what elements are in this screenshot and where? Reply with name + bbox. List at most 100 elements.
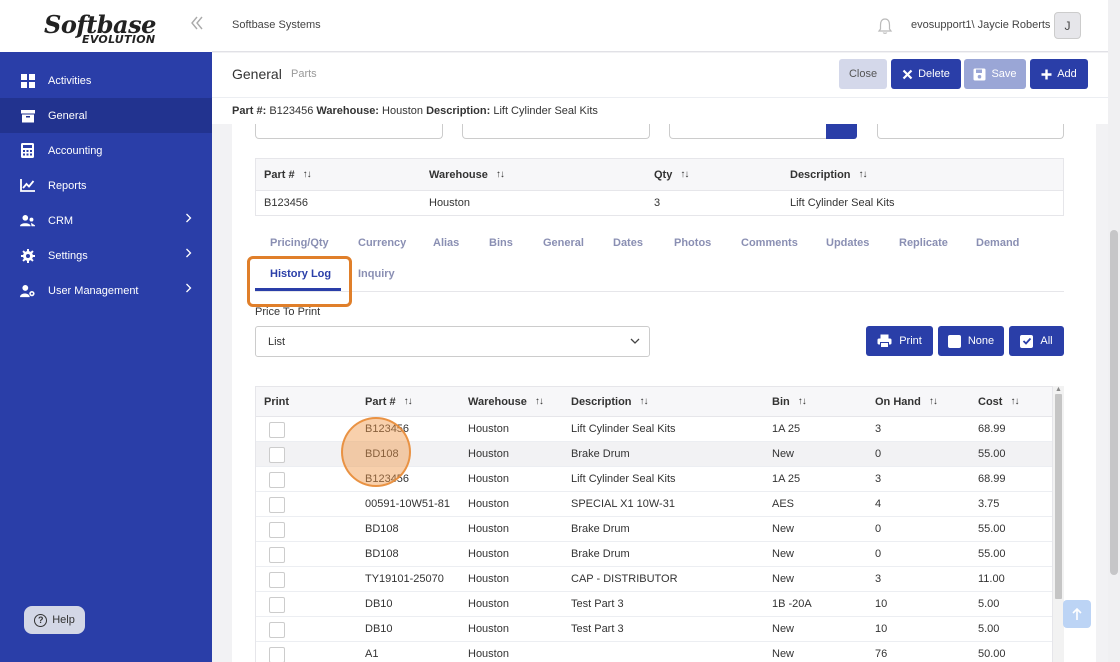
- table-row[interactable]: BD108 Houston Brake Drum New 0 55.00: [256, 542, 1052, 567]
- print-checkbox[interactable]: [269, 447, 285, 463]
- help-button[interactable]: ? Help: [24, 606, 85, 634]
- part-number-value: B123456: [269, 105, 314, 117]
- history-col-header[interactable]: Description ↑↓: [571, 387, 649, 416]
- table-row[interactable]: TY19101-25070 Houston CAP - DISTRIBUTOR New…: [256, 567, 1052, 592]
- sidebar-item-activities[interactable]: Activities: [0, 63, 212, 98]
- user-name[interactable]: evosupport1\ Jaycie Roberts: [911, 19, 1050, 31]
- table-row[interactable]: B123456 Houston Lift Cylinder Seal Kits 1A …: [256, 417, 1052, 442]
- table-cell: 10: [875, 623, 888, 635]
- table-row[interactable]: DB10 Houston Test Part 3 New 10 5.00: [256, 617, 1052, 642]
- table-row[interactable]: DB10 Houston Test Part 3 1B -20A 10 5.00: [256, 592, 1052, 617]
- tab-general[interactable]: General: [543, 237, 584, 249]
- history-col-header[interactable]: On Hand ↑↓: [875, 387, 938, 416]
- tab-photos[interactable]: Photos: [674, 237, 711, 249]
- table-cell: Houston: [468, 548, 509, 560]
- history-col-header[interactable]: Part # ↑↓: [365, 387, 413, 416]
- filter-warehouse-input[interactable]: [462, 124, 650, 139]
- history-col-header[interactable]: Warehouse ↑↓: [468, 387, 544, 416]
- select-all-button[interactable]: All: [1009, 326, 1064, 356]
- summary-col-header[interactable]: Description ↑↓: [790, 159, 868, 190]
- tab-alias[interactable]: Alias: [433, 237, 459, 249]
- summary-row[interactable]: B123456 Houston 3 Lift Cylinder Seal Kits: [256, 191, 1063, 215]
- print-checkbox[interactable]: [269, 472, 285, 488]
- sort-icon[interactable]: ↑↓: [929, 396, 938, 407]
- page-scrollbar[interactable]: [1108, 0, 1120, 662]
- sidebar-item-reports[interactable]: Reports: [0, 168, 212, 203]
- print-checkbox[interactable]: [269, 547, 285, 563]
- tab-replicate[interactable]: Replicate: [899, 237, 948, 249]
- delete-button[interactable]: Delete: [891, 59, 961, 89]
- price-to-print-select[interactable]: List: [255, 326, 650, 357]
- sidebar-item-accounting[interactable]: Accounting: [0, 133, 212, 168]
- sort-icon[interactable]: ↑↓: [496, 169, 505, 180]
- table-row[interactable]: A1 Houston New 76 50.00: [256, 642, 1052, 662]
- bell-icon[interactable]: [877, 17, 893, 35]
- sort-icon[interactable]: ↑↓: [680, 169, 689, 180]
- none-label: None: [967, 335, 995, 347]
- collapse-sidebar-icon[interactable]: [190, 15, 206, 35]
- plus-icon: [1041, 69, 1052, 79]
- tab-comments[interactable]: Comments: [741, 237, 798, 249]
- all-label: All: [1040, 335, 1053, 347]
- tab-pricing-qty[interactable]: Pricing/Qty: [270, 237, 329, 249]
- print-checkbox[interactable]: [269, 622, 285, 638]
- summary-col-header[interactable]: Warehouse ↑↓: [429, 159, 505, 190]
- table-row[interactable]: BD108 Houston Brake Drum New 0 55.00: [256, 517, 1052, 542]
- table-row[interactable]: B123456 Houston Lift Cylinder Seal Kits 1A …: [256, 467, 1052, 492]
- table-row[interactable]: 00591-10W51-81 Houston SPECIAL X1 10W-31 AE…: [256, 492, 1052, 517]
- filter-description-input[interactable]: [877, 124, 1064, 139]
- summary-col-header[interactable]: Qty ↑↓: [654, 159, 689, 190]
- summary-col-header[interactable]: Part # ↑↓: [264, 159, 312, 190]
- table-cell: BD108: [365, 548, 399, 560]
- table-cell: Houston: [468, 448, 509, 460]
- tabs-divider: [255, 291, 1064, 292]
- print-checkbox[interactable]: [269, 647, 285, 662]
- tab-history-log[interactable]: History Log: [270, 268, 331, 280]
- tab-currency[interactable]: Currency: [358, 237, 406, 249]
- save-button[interactable]: Save: [964, 59, 1026, 89]
- sort-icon[interactable]: ↑↓: [303, 169, 312, 180]
- add-label: Add: [1057, 68, 1077, 80]
- tab-bins[interactable]: Bins: [489, 237, 513, 249]
- sort-icon[interactable]: ↑↓: [859, 169, 868, 180]
- sidebar-item-user-management[interactable]: User Management: [0, 273, 212, 308]
- sidebar-item-general[interactable]: General: [0, 98, 212, 133]
- sort-icon[interactable]: ↑↓: [535, 396, 544, 407]
- filter-search-button[interactable]: [826, 124, 857, 139]
- tab-demand[interactable]: Demand: [976, 237, 1019, 249]
- print-checkbox[interactable]: [269, 597, 285, 613]
- sidebar-item-crm[interactable]: CRM: [0, 203, 212, 238]
- select-none-button[interactable]: None: [938, 326, 1004, 356]
- table-scroll-thumb[interactable]: [1055, 394, 1062, 599]
- sort-icon[interactable]: ↑↓: [640, 396, 649, 407]
- sort-icon[interactable]: ↑↓: [404, 396, 413, 407]
- print-checkbox[interactable]: [269, 522, 285, 538]
- history-col-header[interactable]: Cost ↑↓: [978, 387, 1019, 416]
- table-cell: Test Part 3: [571, 623, 624, 635]
- avatar[interactable]: J: [1054, 12, 1081, 39]
- chevron-right-icon: [185, 213, 192, 226]
- print-checkbox[interactable]: [269, 497, 285, 513]
- tab-dates[interactable]: Dates: [613, 237, 643, 249]
- history-col-header[interactable]: Bin ↑↓: [772, 387, 807, 416]
- print-checkbox[interactable]: [269, 572, 285, 588]
- close-button[interactable]: Close: [839, 59, 887, 89]
- add-button[interactable]: Add: [1030, 59, 1088, 89]
- main-card: Part # ↑↓ Warehouse ↑↓ Qty ↑↓ Description ↑↓ B1…: [232, 124, 1096, 662]
- table-row[interactable]: BD108 Houston Brake Drum New 0 55.00: [256, 442, 1052, 467]
- breadcrumb[interactable]: Parts: [291, 68, 317, 80]
- print-button[interactable]: Print: [866, 326, 933, 356]
- sidebar-item-settings[interactable]: Settings: [0, 238, 212, 273]
- filter-search-input[interactable]: [669, 124, 829, 139]
- tab-updates[interactable]: Updates: [826, 237, 869, 249]
- filter-part-input[interactable]: [255, 124, 443, 139]
- tab-inquiry[interactable]: Inquiry: [358, 268, 395, 280]
- sort-icon[interactable]: ↑↓: [1010, 396, 1019, 407]
- scroll-up-icon[interactable]: ▲: [1055, 386, 1062, 393]
- page-scroll-thumb[interactable]: [1110, 230, 1118, 575]
- table-cell: DB10: [365, 623, 393, 635]
- checked-box-icon: [1020, 334, 1034, 348]
- sort-icon[interactable]: ↑↓: [798, 396, 807, 407]
- print-checkbox[interactable]: [269, 422, 285, 438]
- scroll-to-top-button[interactable]: [1063, 600, 1091, 628]
